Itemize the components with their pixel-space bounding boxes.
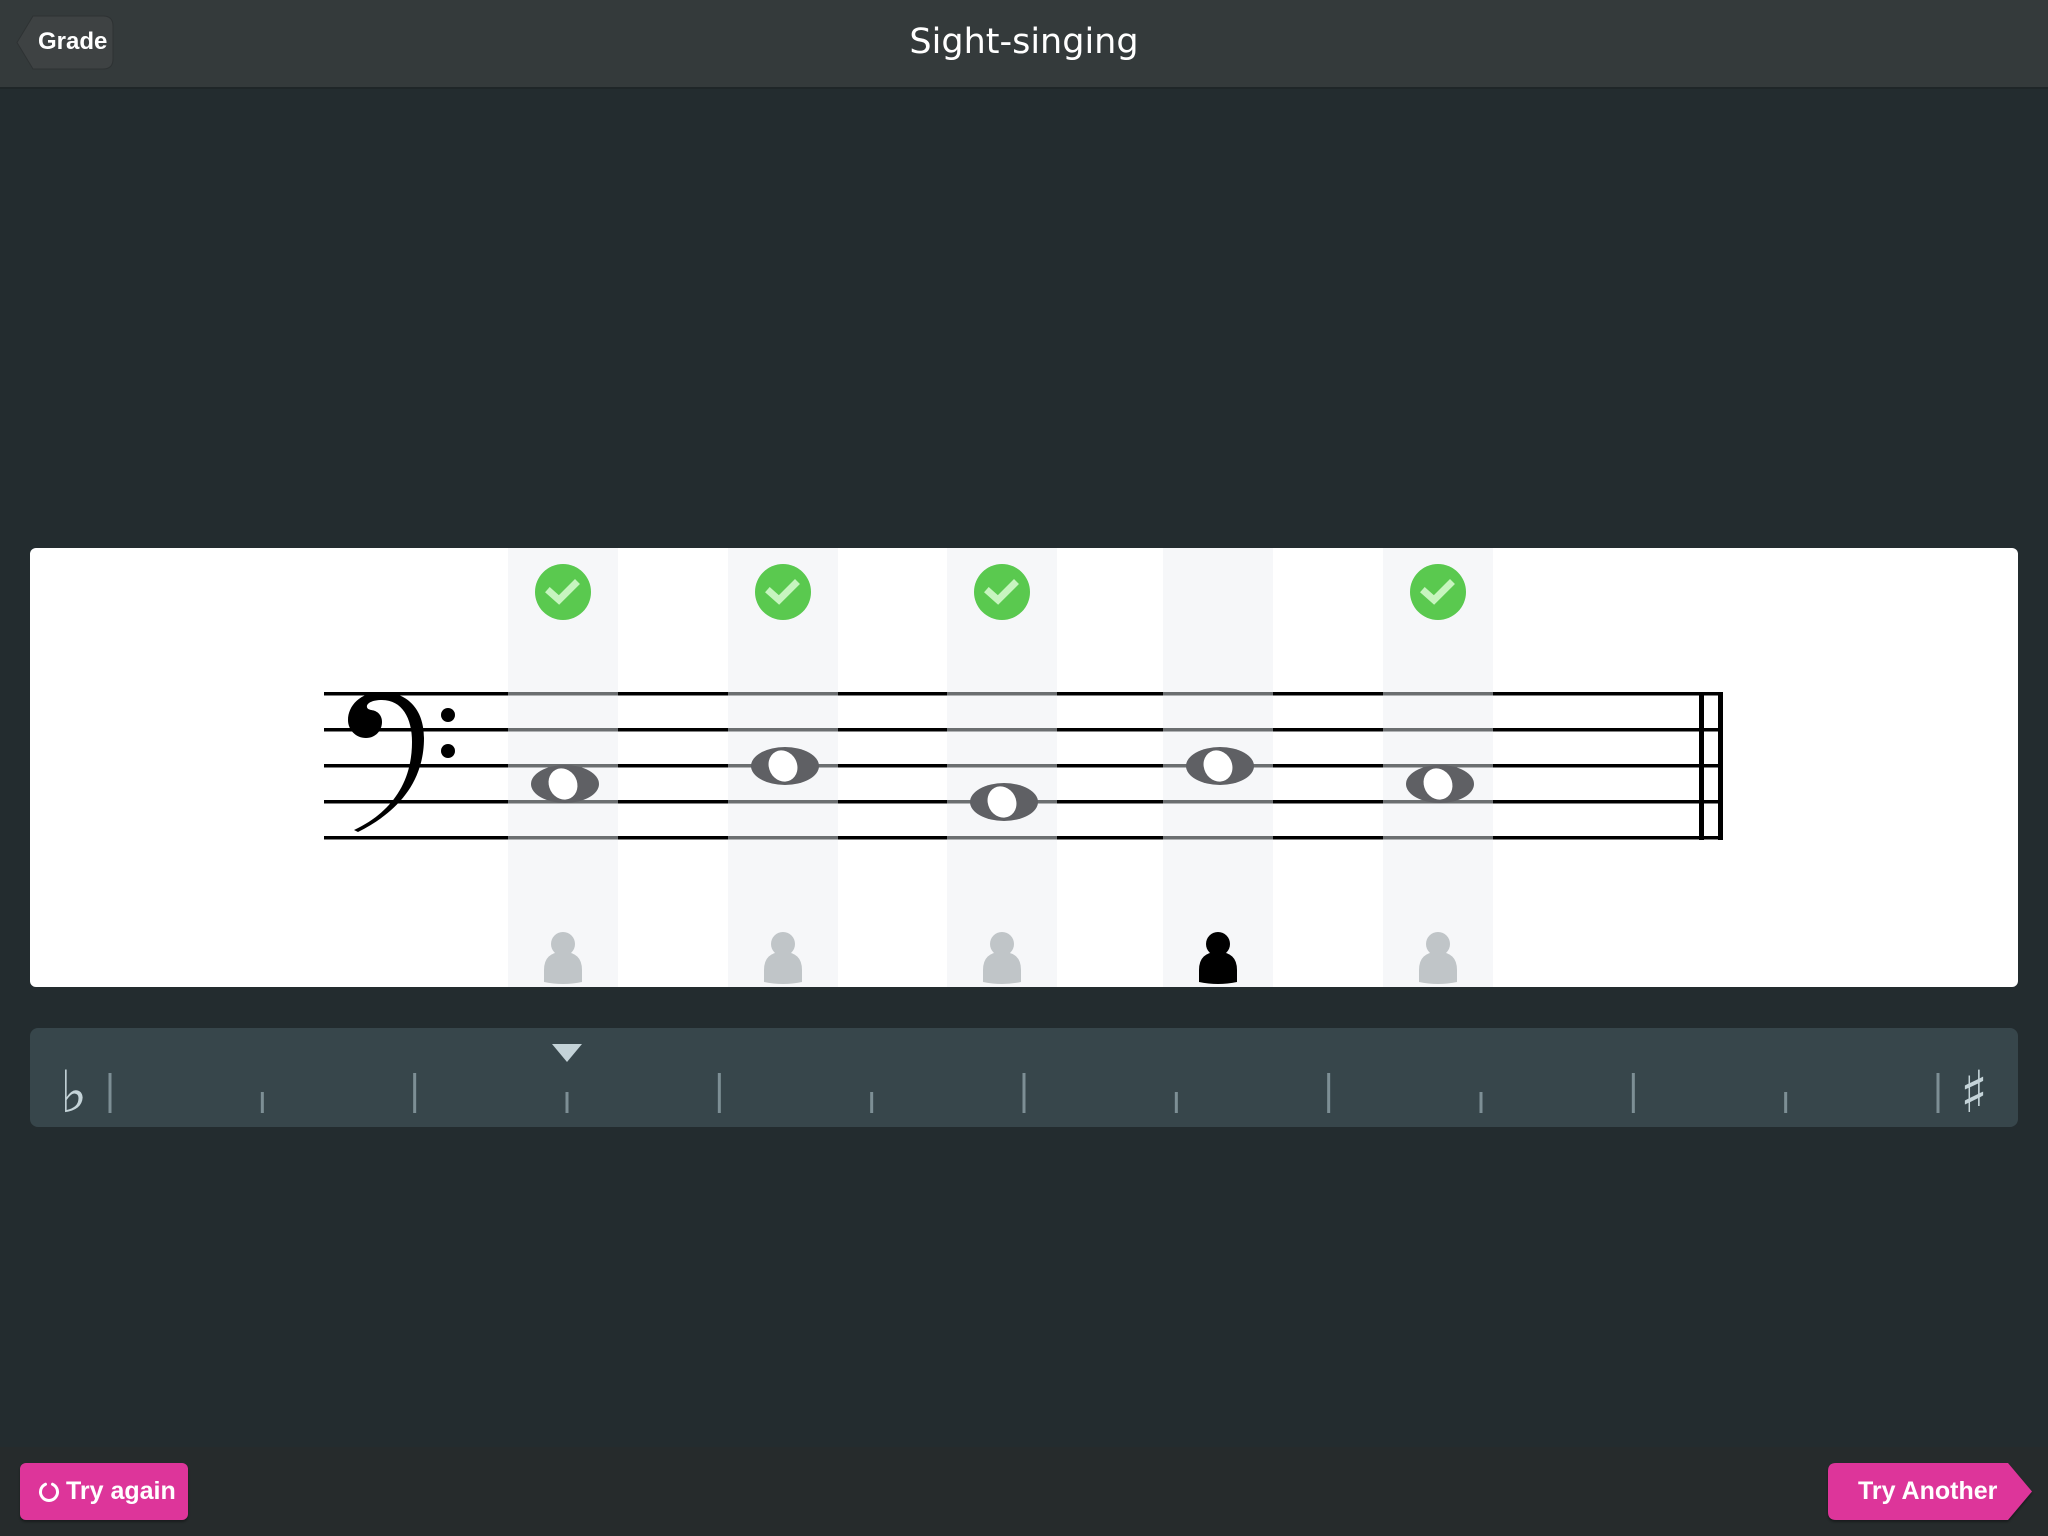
page-title: Sight-singing [909,22,1139,62]
staff-line-segment [947,692,1057,696]
meter-tick-minor [1174,1092,1178,1113]
navigation-bar: Grade Sight-singing [0,0,2048,89]
bottom-toolbar [0,1447,2048,1536]
staff-line-segment [947,764,1057,768]
try-another-button[interactable]: Try Another [1828,1463,2033,1520]
meter-tick-minor [870,1092,874,1113]
staff-line-segment [947,728,1057,732]
staff-line-segment [508,728,618,732]
pitch-meter: ♭ ♯ [30,1028,2018,1127]
staff-line-segment [728,800,838,804]
correct-check-icon [1410,564,1466,620]
staff-line-segment [1163,692,1273,696]
barline-thin [1699,692,1704,840]
staff-line-segment [508,836,618,840]
meter-tick-major [717,1073,721,1113]
bass-clef-icon [348,692,455,832]
barline-thick [1718,692,1723,840]
try-another-label: Try Another [1858,1477,1998,1505]
meter-tick-major [1327,1073,1331,1113]
meter-tick-minor [1479,1092,1483,1113]
staff-line-segment [1383,728,1493,732]
correct-check-icon [535,564,591,620]
staff-line-segment [508,692,618,696]
sharp-icon: ♯ [1960,1058,1988,1126]
try-again-button[interactable]: Try again [20,1463,188,1520]
staff-line-segment [1163,800,1273,804]
meter-tick-major [108,1073,112,1113]
meter-tick-major [1936,1073,1940,1113]
correct-check-icon [974,564,1030,620]
staff-line-segment [1163,836,1273,840]
meter-tick-minor [260,1092,264,1113]
staff-notation [324,548,1723,987]
meter-tick-major [1022,1073,1026,1113]
try-again-label: Try again [66,1477,176,1505]
meter-tick-minor [565,1092,569,1113]
staff-line-segment [728,692,838,696]
meter-tick-major [1631,1073,1635,1113]
flat-icon: ♭ [60,1058,87,1126]
staff-line-segment [728,728,838,732]
staff-line-segment [728,836,838,840]
meter-tick-major [413,1073,417,1113]
refresh-icon [39,1482,59,1502]
staff-line-segment [1163,728,1273,732]
pitch-indicator-icon [552,1044,582,1062]
staff-line-segment [947,836,1057,840]
staff-line-segment [1383,692,1493,696]
score-card [30,548,2018,987]
staff-line-segment [1383,836,1493,840]
correct-check-icon [755,564,811,620]
meter-tick-minor [1784,1092,1788,1113]
